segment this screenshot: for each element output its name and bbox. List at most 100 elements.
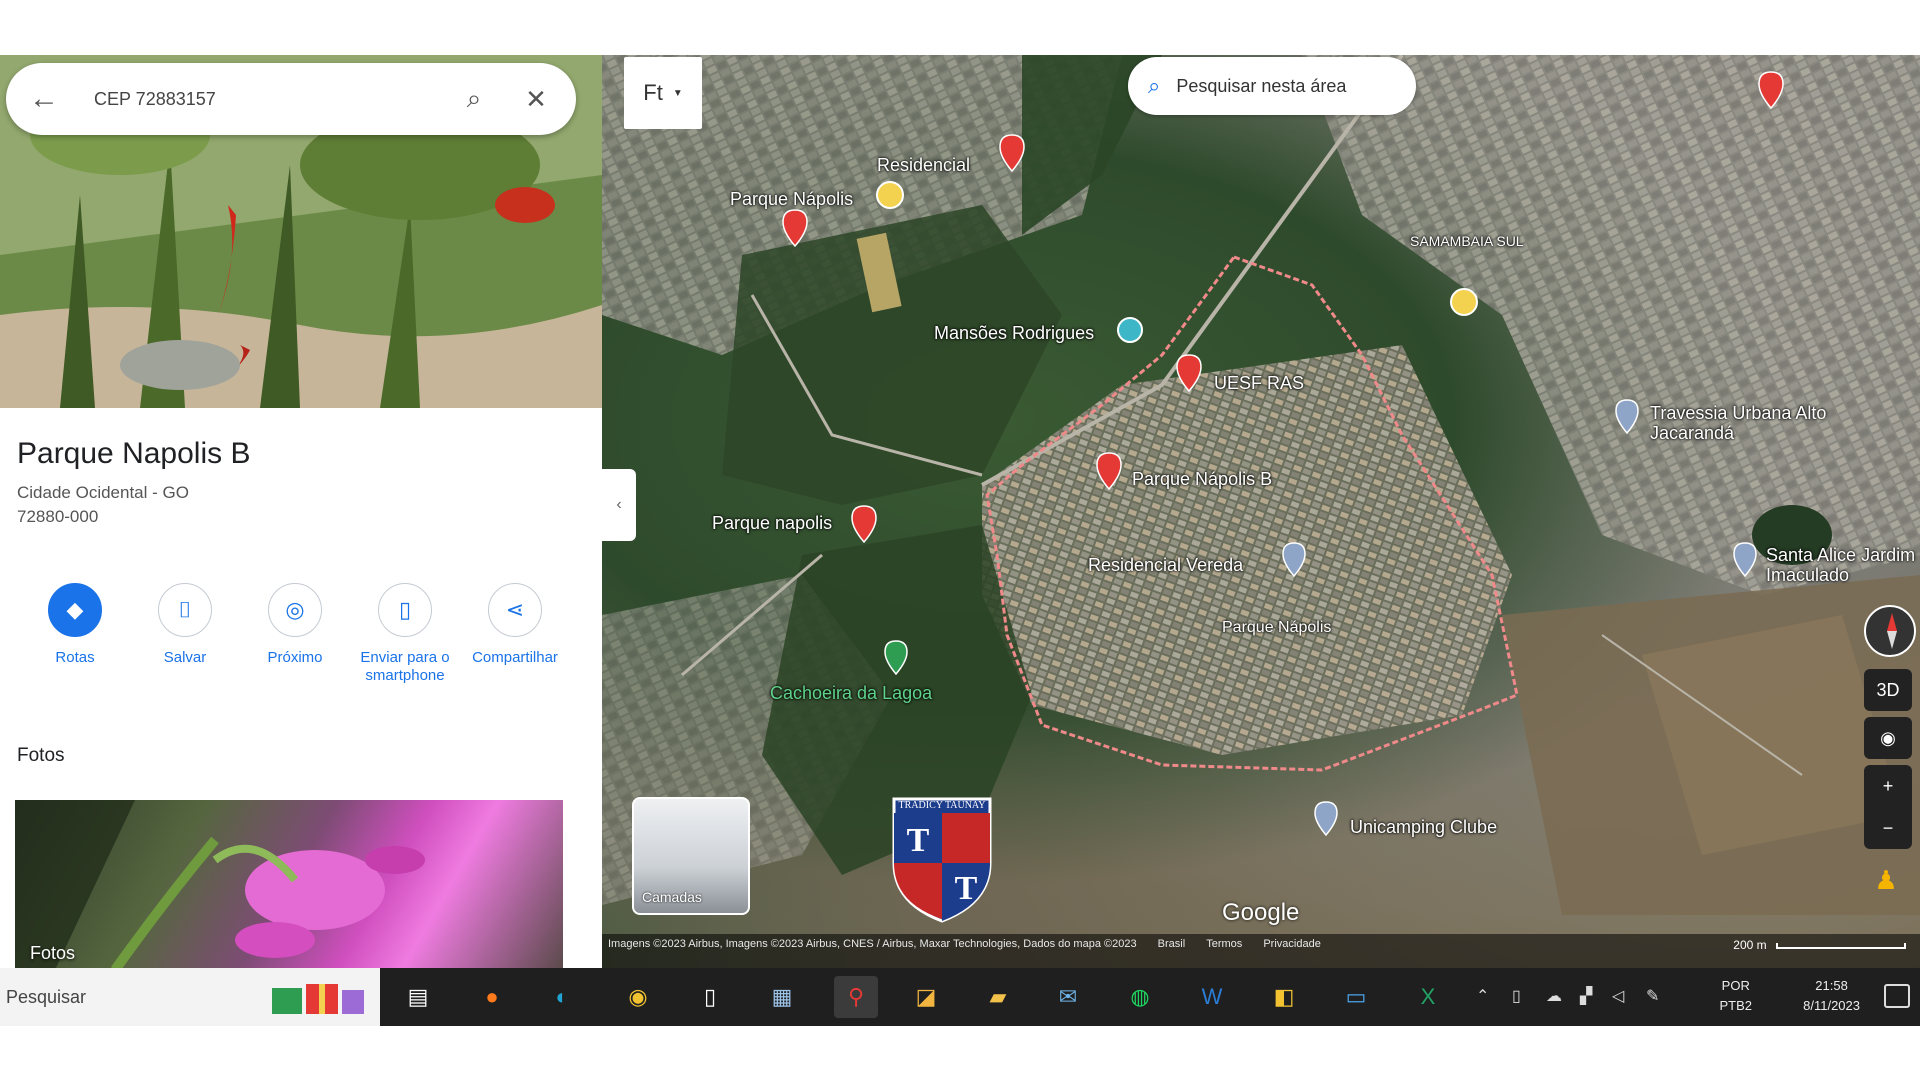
shield-logo-graphic: TRADICY TAUNAY T T [892, 797, 992, 923]
attribution-link-privacy[interactable]: Privacidade [1263, 938, 1320, 950]
close-icon[interactable]: ✕ [514, 77, 558, 121]
screen: ← ⌕ ✕ Parque Napolis B Cidade Ocidental … [0, 55, 1920, 1026]
map-label-residencial[interactable]: Residencial [877, 155, 970, 176]
attribution-link-country[interactable]: Brasil [1158, 938, 1186, 950]
tilt-3d-button[interactable]: 3D [1864, 669, 1912, 711]
photo-card-label: Fotos [30, 943, 76, 963]
chevron-left-icon: ‹ [616, 496, 622, 513]
arrow-left-icon[interactable]: ← [24, 79, 64, 119]
save-label: Salvar [163, 649, 207, 666]
mail-icon[interactable]: ✉ [1046, 976, 1090, 1018]
cloud-icon[interactable]: ☁ [1546, 986, 1562, 1006]
layer-toggle-button[interactable]: Ft ▼ [624, 57, 702, 129]
scale-bar[interactable]: 200 m [1733, 938, 1906, 952]
chrome-icon[interactable]: ◉ [616, 976, 660, 1018]
attribution-link-terms[interactable]: Termos [1206, 938, 1242, 950]
logo-letter-2: T [955, 870, 978, 907]
scale-line [1776, 943, 1906, 949]
map-label-uesf-ras[interactable]: UESF RAS [1214, 373, 1304, 394]
attribution-text: Imagens ©2023 Airbus, Imagens ©2023 Airb… [608, 938, 1137, 950]
share-icon: ⋖ [488, 583, 542, 637]
map-label-residencial-vereda[interactable]: Residencial Vereda [1088, 555, 1243, 576]
attribution-bar: Imagens ©2023 Airbus, Imagens ©2023 Airb… [602, 934, 1920, 968]
language-line2: PTB2 [1719, 998, 1752, 1013]
clock[interactable]: 21:58 8/11/2023 [1803, 976, 1860, 1016]
scale-label: 200 m [1733, 938, 1767, 952]
search-icon: ⌕ [1148, 73, 1161, 98]
layers-thumbnail[interactable]: Camadas [632, 797, 750, 915]
eye-icon[interactable]: ◉ [1864, 717, 1912, 759]
battery-icon[interactable]: ▯ [1512, 986, 1521, 1006]
layer-toggle-label: Ft [643, 80, 663, 105]
sticky-notes-icon[interactable]: ◧ [1262, 976, 1306, 1018]
folder-app-icon[interactable]: ◪ [904, 976, 948, 1018]
place-city: Cidade Ocidental - GO [17, 483, 189, 502]
map-view[interactable]: Ft ▼ ⌕ Pesquisar nesta área ‹ Residencia… [602, 55, 1920, 968]
chevron-up-icon[interactable]: ⌃ [1476, 986, 1489, 1006]
save-button[interactable]: ⌷ Salvar [130, 583, 240, 667]
map-label-travessia-urbana[interactable]: Travessia Urbana Alto Jacarandá [1650, 403, 1850, 443]
clock-date: 8/11/2023 [1803, 998, 1860, 1013]
photo-card[interactable]: Fotos [15, 800, 563, 968]
gift-icon[interactable] [270, 978, 370, 1016]
map-label-samambaia-sul: SAMAMBAIA SUL [1410, 233, 1524, 249]
nearby-icon: ◎ [268, 583, 322, 637]
map-label-mansoes-rodrigues[interactable]: Mansões Rodrigues [934, 323, 1094, 344]
bookmark-icon: ⌷ [158, 583, 212, 637]
nearby-label: Próximo [267, 649, 323, 666]
file-icon[interactable]: ▯ [688, 976, 732, 1018]
notification-icon[interactable] [1884, 984, 1910, 1008]
photos-heading: Fotos [17, 745, 65, 766]
send-to-phone-button[interactable]: ▯ Enviar para o smartphone [350, 583, 460, 685]
send-to-phone-label: Enviar para o smartphone [360, 649, 450, 684]
logo-letter-1: T [907, 822, 930, 859]
share-button[interactable]: ⋖ Compartilhar [460, 583, 570, 667]
edge-icon[interactable]: ◐ [540, 976, 584, 1018]
firefox-icon[interactable]: ● [470, 976, 514, 1018]
map-label-santa-alice[interactable]: Santa Alice Jardim Imaculado [1766, 545, 1916, 585]
directions-button[interactable]: ◆ Rotas [20, 583, 130, 667]
tradicy-taunay-logo: TRADICY TAUNAY T T [890, 793, 994, 923]
map-label-parque-napolis-b[interactable]: Parque Nápolis B [1132, 469, 1272, 490]
spotify-icon[interactable]: ◍ [1118, 976, 1162, 1018]
search-input[interactable] [94, 88, 434, 110]
zoom-out-button[interactable]: − [1864, 807, 1912, 849]
volume-icon[interactable]: ◁ [1612, 986, 1624, 1006]
network-icon[interactable]: ▞ [1580, 986, 1592, 1006]
place-hero-photo[interactable]: ← ⌕ ✕ [0, 55, 602, 408]
compass-icon[interactable] [1864, 605, 1916, 657]
share-label: Compartilhar [472, 649, 558, 666]
pin-app-icon[interactable]: ⚲ [834, 976, 878, 1018]
google-watermark: Google [1222, 899, 1300, 926]
search-icon[interactable]: ⌕ [452, 77, 496, 121]
zoom-in-button[interactable]: + [1864, 765, 1912, 807]
excel-icon[interactable]: X [1406, 976, 1450, 1018]
photos-icon[interactable]: ▭ [1334, 976, 1378, 1018]
map-label-unicamping-clube[interactable]: Unicamping Clube [1350, 817, 1497, 838]
system-tray: ⌃ ▯ ☁ ▞ ◁ ✎ POR PTB2 21:58 8/11/2023 [1460, 968, 1920, 1026]
place-postal-code: 72880-000 [17, 507, 99, 526]
map-label-parque-napolis-west[interactable]: Parque napolis [712, 513, 832, 534]
map-controls: 3D ◉ + − ♟ [1864, 605, 1918, 901]
pen-icon[interactable]: ✎ [1646, 986, 1659, 1006]
language-indicator[interactable]: POR PTB2 [1719, 976, 1752, 1016]
action-bar: ◆ Rotas ⌷ Salvar ◎ Próximo ▯ Enviar para… [20, 583, 580, 693]
search-box[interactable]: ← ⌕ ✕ [6, 63, 576, 135]
file-explorer-icon[interactable]: ▰ [976, 976, 1020, 1018]
map-label-parque-napolis-top[interactable]: Parque Nápolis [730, 189, 853, 210]
calculator-icon[interactable]: ▦ [760, 976, 804, 1018]
send-to-phone-icon: ▯ [378, 583, 432, 637]
pegman-icon[interactable]: ♟ [1864, 859, 1908, 901]
gift-graphic [272, 984, 364, 1014]
place-panel: ← ⌕ ✕ Parque Napolis B Cidade Ocidental … [0, 55, 602, 968]
taskbar: Pesquisar ▤ ● ◐ ◉ ▯ ▦ ⚲ ◪ ▰ ✉ ◍ W ◧ ▭ X … [0, 968, 1920, 1026]
word-icon[interactable]: W [1190, 976, 1234, 1018]
nearby-button[interactable]: ◎ Próximo [240, 583, 350, 667]
search-area-label: Pesquisar nesta área [1176, 75, 1347, 96]
task-view-icon[interactable]: ▤ [396, 976, 440, 1018]
clock-time: 21:58 [1815, 978, 1848, 993]
collapse-panel-button[interactable]: ‹ [602, 469, 636, 541]
search-this-area-button[interactable]: ⌕ Pesquisar nesta área [1128, 57, 1416, 115]
layers-thumbnail-label: Camadas [642, 889, 702, 905]
map-label-cachoeira[interactable]: Cachoeira da Lagoa [770, 683, 932, 704]
